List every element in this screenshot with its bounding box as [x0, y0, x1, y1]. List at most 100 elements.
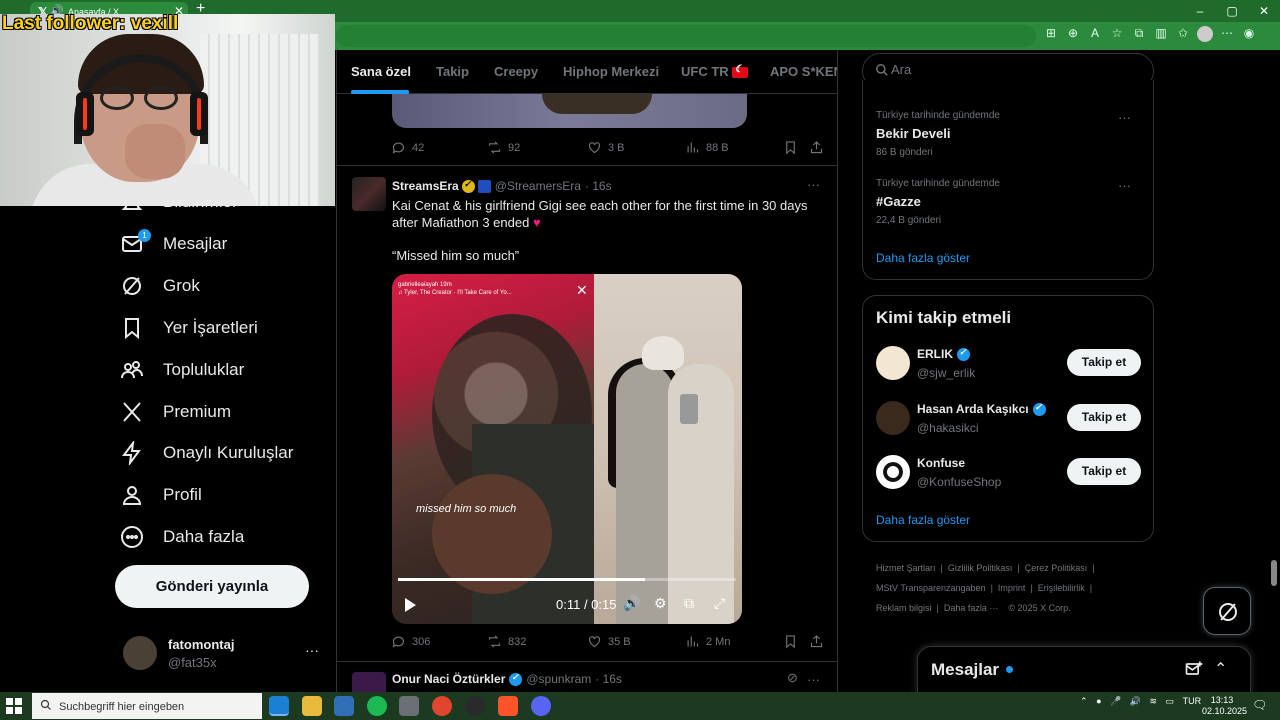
follow-suggestion[interactable]: ERLIK @sjw_erlik Takip et	[876, 344, 1142, 384]
nav-bookmarks[interactable]: Yer İşaretleri	[120, 308, 258, 348]
video-progress-bar[interactable]	[398, 578, 736, 581]
tab-creepy[interactable]: Creepy	[494, 64, 538, 79]
battery-icon[interactable]: ▭	[1166, 696, 1175, 707]
account-more-icon[interactable]: ···	[305, 642, 319, 658]
calculator-icon[interactable]	[399, 696, 419, 716]
author-handle[interactable]: @spunkram	[526, 672, 591, 686]
menu-dots-icon[interactable]: ⋯	[1216, 26, 1238, 40]
url-field[interactable]	[336, 25, 1036, 47]
taskbar-clock[interactable]: 13:13 02.10.2025	[1202, 695, 1247, 717]
nav-grok[interactable]: Grok	[120, 266, 200, 306]
tab-apo-sken[interactable]: APO S*KEN	[770, 64, 837, 79]
taskbar-search[interactable]: Suchbegriff hier eingeben	[32, 693, 262, 719]
nav-more[interactable]: Daha fazla	[120, 517, 244, 557]
author-name[interactable]: Onur Naci Öztürkler	[392, 672, 505, 686]
chevron-up-icon[interactable]: ⌃	[1214, 659, 1227, 679]
share-button[interactable]	[809, 634, 830, 649]
keyboard-language[interactable]: TUR	[1183, 696, 1202, 706]
tweet-time[interactable]: · 16s	[595, 672, 622, 686]
minimize-button[interactable]: –	[1184, 0, 1216, 22]
repost-button[interactable]: 92	[487, 140, 520, 155]
footer-link[interactable]: MStV Transparenzangaben	[876, 583, 986, 593]
post-button[interactable]: Gönderi yayınla	[115, 565, 309, 608]
notifications-icon[interactable]: 🗨	[1252, 698, 1267, 712]
footer-link[interactable]: Hizmet Şartları	[876, 563, 936, 573]
trend-item[interactable]: Türkiye tarihinde gündemde Bekir Develi …	[876, 110, 1136, 158]
nav-messages[interactable]: Mesajlar	[120, 224, 227, 264]
trend-item[interactable]: Türkiye tarihinde gündemde #Gazze 22,4 B…	[876, 178, 1136, 226]
play-icon[interactable]	[405, 598, 416, 612]
views-button[interactable]: 2 Mn	[685, 634, 730, 649]
zoom-icon[interactable]: ⊕	[1062, 26, 1084, 40]
copilot-icon[interactable]: ◉	[1238, 26, 1260, 40]
nav-notifications[interactable]: Bildirimler	[120, 182, 238, 222]
nav-premium[interactable]: Premium	[120, 392, 231, 432]
file-explorer-icon[interactable]	[302, 696, 322, 716]
tweet-time[interactable]: · 16s	[585, 179, 612, 193]
trend-more-icon[interactable]: ···	[1118, 178, 1131, 193]
footer-link[interactable]: Daha fazla ···	[944, 603, 999, 613]
page-scrollbar[interactable]	[1268, 50, 1280, 692]
grok-floating-button[interactable]	[1203, 587, 1251, 635]
repost-button[interactable]: 832	[487, 634, 526, 649]
microphone-icon[interactable]: 🎤	[1110, 696, 1121, 707]
author-name[interactable]: StreamsEra	[392, 179, 459, 193]
spotify-icon[interactable]	[367, 696, 387, 716]
tab-following[interactable]: Takip	[436, 64, 469, 79]
extensions-icon[interactable]: ⧉	[1128, 26, 1150, 41]
views-button[interactable]: 88 B	[685, 140, 729, 155]
like-button[interactable]: 3 B	[587, 140, 625, 155]
network-icon[interactable]: ≋	[1149, 696, 1157, 707]
share-button[interactable]	[809, 140, 830, 155]
follow-button[interactable]: Takip et	[1067, 458, 1141, 485]
read-aloud-icon[interactable]: A	[1084, 26, 1106, 40]
video-player[interactable]: missed him so much gabrielleaiayah 19m ♫…	[392, 274, 742, 624]
follow-button[interactable]: Takip et	[1067, 349, 1141, 376]
volume-icon[interactable]: 🔊	[623, 595, 640, 612]
favorite-star-icon[interactable]: ☆	[1106, 26, 1128, 40]
footer-link[interactable]: Gizlilik Politikası	[948, 563, 1013, 573]
edge-app-icon[interactable]	[269, 696, 289, 716]
messages-dock[interactable]: Mesajlar ⌃	[917, 646, 1251, 696]
pip-icon[interactable]: ⧉	[684, 595, 694, 612]
avatar[interactable]	[352, 177, 386, 211]
author-handle[interactable]: @StreamersEra	[495, 179, 581, 193]
show-more-link[interactable]: Daha fazla göster	[876, 513, 970, 527]
footer-link[interactable]: Reklam bilgisi	[876, 603, 932, 613]
favorites-icon[interactable]: ✩	[1172, 26, 1194, 40]
volume-icon[interactable]: 🔊	[1130, 696, 1141, 707]
tweet-more-icon[interactable]: ···	[807, 672, 820, 687]
obs-icon[interactable]	[465, 696, 485, 716]
tab-hiphop-merkezi[interactable]: Hiphop Merkezi	[563, 64, 659, 79]
avatar[interactable]	[352, 672, 386, 692]
nav-verified-orgs[interactable]: Onaylı Kuruluşlar	[120, 433, 293, 473]
bookmark-button[interactable]	[783, 140, 804, 155]
previous-post-media[interactable]	[392, 94, 747, 128]
fullscreen-icon[interactable]: ⤢	[714, 595, 725, 612]
follow-button[interactable]: Takip et	[1067, 404, 1141, 431]
scrollbar-thumb[interactable]	[1271, 560, 1277, 586]
split-screen-icon[interactable]: ▥	[1150, 26, 1172, 40]
tab-for-you[interactable]: Sana özel	[351, 64, 411, 79]
like-button[interactable]: 35 B	[587, 634, 631, 649]
footer-link[interactable]: Imprint	[998, 583, 1026, 593]
nav-communities[interactable]: Topluluklar	[120, 350, 244, 390]
maximize-button[interactable]: ▢	[1216, 0, 1248, 22]
store-app-icon[interactable]	[334, 696, 354, 716]
grok-explain-icon[interactable]: ⊘	[787, 670, 798, 686]
follow-suggestion[interactable]: Konfuse @KonfuseShop Takip et	[876, 453, 1142, 493]
profile-avatar-icon[interactable]	[1194, 26, 1216, 42]
search-input[interactable]	[891, 62, 1131, 77]
tab-ufc-tr[interactable]: UFC TR	[681, 64, 748, 79]
tray-chevron-icon[interactable]: ⌃	[1080, 696, 1088, 707]
windows-start-icon[interactable]	[6, 698, 22, 714]
tray-app-icon[interactable]: ●	[1096, 696, 1101, 706]
footer-link[interactable]: Erişilebilirlik	[1038, 583, 1085, 593]
settings-gear-icon[interactable]: ⚙	[654, 595, 667, 612]
brave-icon[interactable]	[498, 696, 518, 716]
new-message-icon[interactable]	[1184, 659, 1204, 679]
account-switcher[interactable]: fatomontaj @fat35x ···	[123, 634, 323, 674]
bookmark-button[interactable]	[783, 634, 804, 649]
footer-link[interactable]: Çerez Politikası	[1025, 563, 1088, 573]
nav-profile[interactable]: Profil	[120, 475, 202, 515]
